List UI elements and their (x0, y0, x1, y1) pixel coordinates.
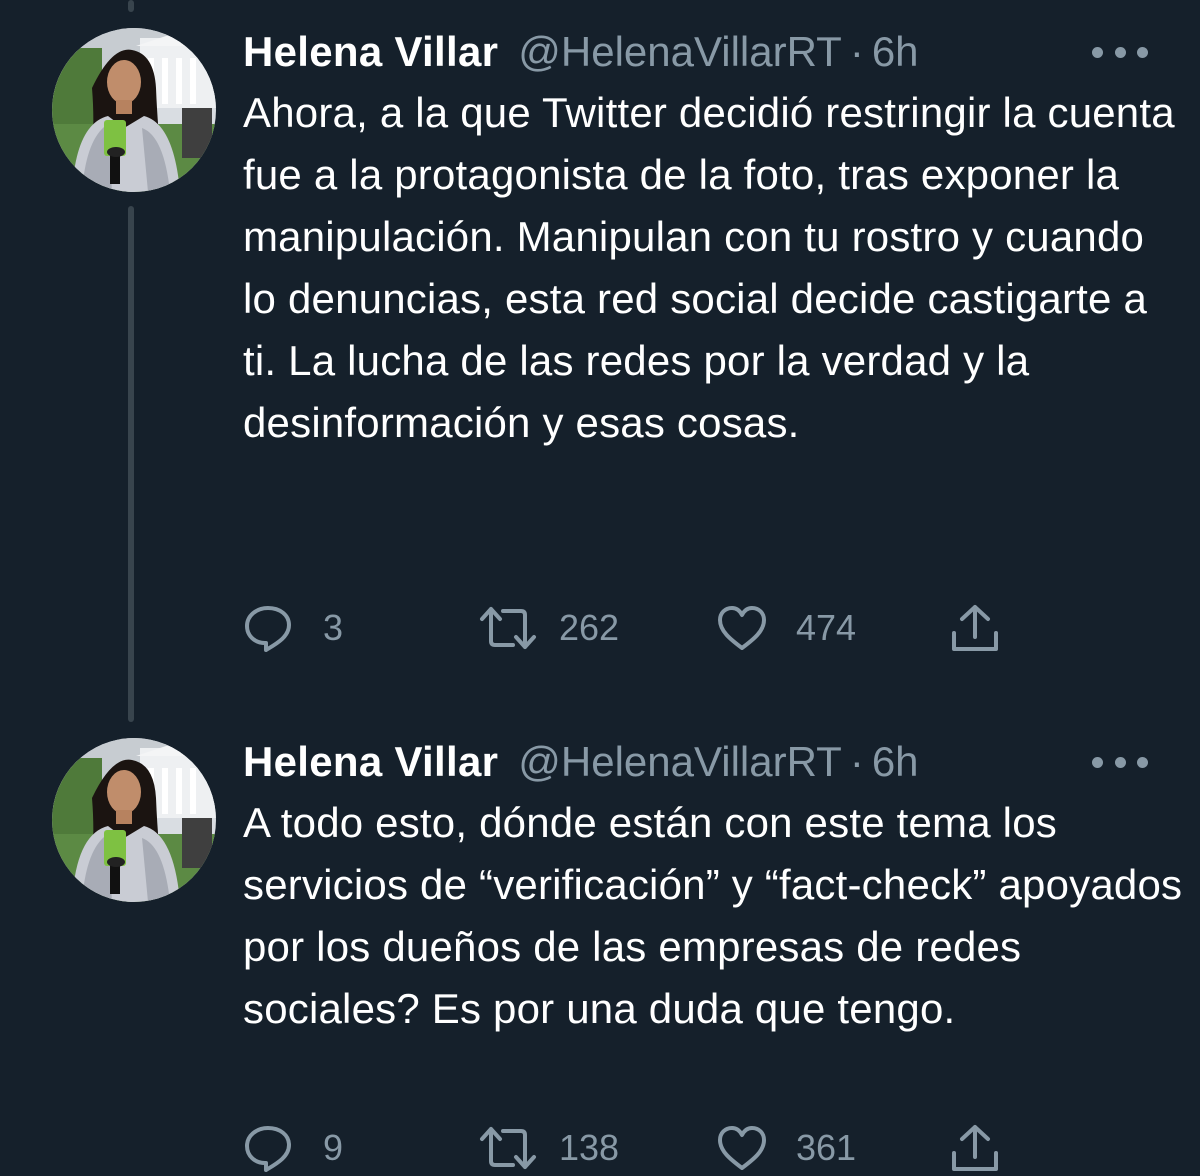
retweet-icon (480, 1127, 536, 1169)
tweet-actions: 3 262 474 (243, 600, 1143, 656)
reply-button[interactable]: 9 (243, 1120, 343, 1176)
user-handle[interactable]: @HelenaVillarRT (518, 732, 842, 792)
tweet-text: Ahora, a la que Twitter decidió restring… (243, 89, 1175, 446)
retweet-button[interactable]: 262 (479, 600, 619, 656)
separator-dot: · (849, 738, 864, 785)
profile-photo-icon (52, 28, 216, 192)
timestamp[interactable]: 6h (872, 732, 919, 792)
retweet-button[interactable]: 138 (479, 1120, 619, 1176)
share-button[interactable] (948, 600, 1002, 656)
tweet-thread: Helena Villar @HelenaVillarRT · 6h Ahora… (0, 0, 1200, 1176)
reply-count: 3 (323, 607, 344, 648)
tweet-2[interactable]: Helena Villar @HelenaVillarRT · 6h A tod… (0, 732, 1200, 1176)
reply-count: 9 (323, 1127, 344, 1168)
share-icon (952, 1125, 998, 1171)
display-name[interactable]: Helena Villar (243, 22, 498, 82)
like-button[interactable]: 361 (716, 1120, 856, 1176)
retweet-count: 262 (559, 607, 620, 648)
tweet-header: Helena Villar @HelenaVillarRT · 6h (243, 22, 919, 82)
avatar[interactable] (52, 738, 216, 902)
heart-icon (718, 606, 766, 650)
like-count: 361 (796, 1127, 857, 1168)
tweet-header: Helena Villar @HelenaVillarRT · 6h (243, 732, 919, 792)
more-icon[interactable] (1092, 752, 1148, 772)
timestamp[interactable]: 6h (872, 22, 919, 82)
more-icon[interactable] (1092, 42, 1148, 62)
like-button[interactable]: 474 (716, 600, 856, 656)
like-count: 474 (796, 607, 857, 648)
share-icon (952, 605, 998, 651)
reply-icon (245, 1126, 291, 1172)
reply-icon (245, 606, 291, 652)
separator-dot: · (849, 28, 864, 75)
avatar[interactable] (52, 28, 216, 192)
heart-icon (718, 1126, 766, 1170)
profile-photo-icon (52, 738, 216, 902)
thread-connector-top (128, 0, 134, 12)
retweet-count: 138 (559, 1127, 620, 1168)
retweet-icon (480, 607, 536, 649)
tweet-text: A todo esto, dónde están con este tema l… (243, 799, 1183, 1032)
share-button[interactable] (948, 1120, 1002, 1176)
reply-button[interactable]: 3 (243, 600, 343, 656)
tweet-1[interactable]: Helena Villar @HelenaVillarRT · 6h Ahora… (0, 22, 1200, 682)
tweet-actions: 9 138 361 (243, 1120, 1143, 1176)
user-handle[interactable]: @HelenaVillarRT (518, 22, 842, 82)
display-name[interactable]: Helena Villar (243, 732, 498, 792)
